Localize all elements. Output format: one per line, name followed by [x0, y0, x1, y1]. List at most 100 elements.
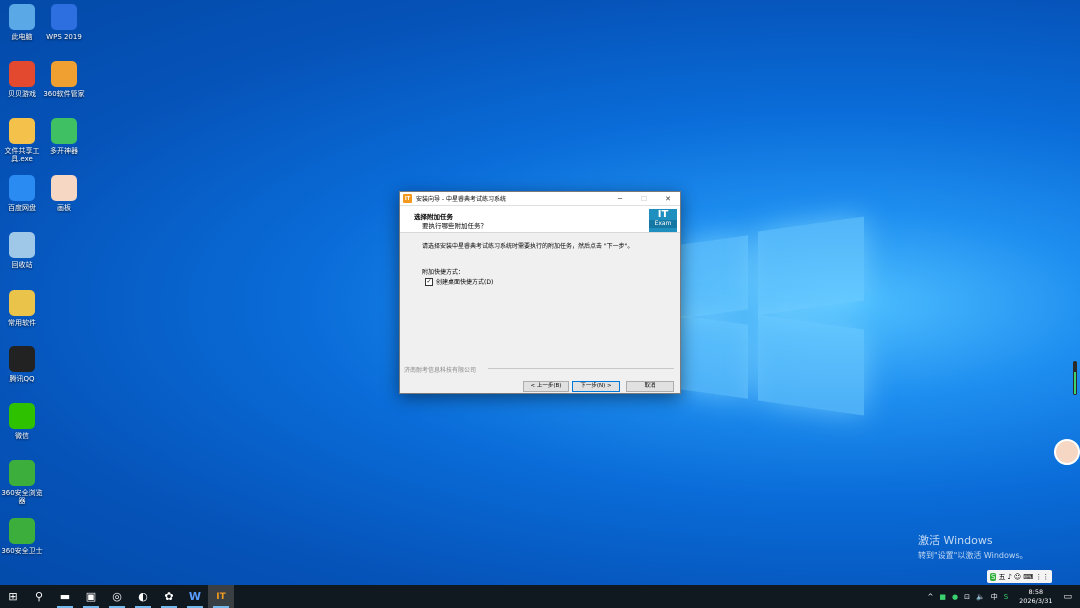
desktop-icon-label: 微信	[15, 432, 29, 440]
desktop-shortcut[interactable]: 腾讯QQ	[0, 346, 44, 383]
company-name: 济南耐考信息科技有限公司	[404, 367, 477, 374]
ime-item[interactable]: S	[990, 572, 997, 581]
volume-slider[interactable]	[1073, 361, 1077, 395]
watermark-title: 激活 Windows	[918, 534, 993, 547]
photos-icon[interactable]: ✿	[156, 585, 182, 608]
cancel-button[interactable]: 取消	[626, 381, 674, 392]
dialog-title: 安装向导 - 中星睿典考试练习系统	[416, 196, 506, 203]
ime-item[interactable]: 五	[998, 572, 1005, 582]
search-icon[interactable]: ⚲	[26, 585, 52, 608]
desktop-icon-label: 文件共享工具.exe	[4, 147, 40, 163]
close-button[interactable]: ✕	[656, 195, 680, 203]
clock-date: 2026/3/31	[1019, 596, 1053, 605]
floating-avatar-icon[interactable]	[1054, 439, 1080, 465]
logo-line2: Exam	[649, 220, 677, 228]
checkbox-box[interactable]: ✓	[425, 277, 433, 286]
dialog-body: 请选择安装中星睿典考试练习系统时需要执行的附加任务，然后点击 "下一步"。 附加…	[400, 233, 680, 378]
desktop-icon-label: 360安全浏览器	[1, 489, 43, 505]
tray-app-icon[interactable]: ■	[939, 593, 946, 601]
dialog-subheading: 要执行哪些附加任务？	[422, 222, 487, 230]
tray-network-icon[interactable]: ⊡	[964, 593, 970, 601]
edge-icon[interactable]: ◐	[130, 585, 156, 608]
desktop-icon-label: 常用软件	[8, 319, 36, 327]
desktop-icon-label: WPS 2019	[46, 33, 82, 41]
desktop-shortcut[interactable]: 百度网盘	[0, 175, 44, 212]
tray-chevron-icon[interactable]: ^	[927, 593, 933, 601]
desktop-icon-label: 回收站	[11, 261, 33, 269]
checkbox-label[interactable]: 创建桌面快捷方式(D)	[436, 277, 493, 286]
desktop: 此电脑 WPS 2019 贝贝游戏 360软件管家文件共享工具.exe 多开神器百度网盘…	[0, 0, 1080, 585]
ime-item[interactable]: ♪	[1007, 573, 1011, 581]
desktop-shortcut[interactable]: 360安全浏览器	[0, 460, 44, 505]
qq-icon	[9, 346, 35, 372]
ime-item[interactable]: ☺	[1014, 573, 1021, 581]
tray-volume-icon[interactable]: 🔈	[976, 593, 985, 601]
desktop-icon-label: 多开神器	[50, 147, 78, 155]
tray-sogou-icon[interactable]: S	[1004, 593, 1008, 601]
dialog-titlebar[interactable]: IT 安装向导 - 中星睿典考试练习系统 ─ ☐ ✕	[400, 192, 680, 206]
desktop-icon-label: 此电脑	[11, 33, 33, 41]
desktop-icon-label: 贝贝游戏	[8, 90, 36, 98]
start-button[interactable]: ⊞	[0, 585, 26, 608]
ime-item[interactable]: ⋮⋮	[1035, 573, 1049, 581]
installer-taskbar-icon[interactable]: IT	[208, 585, 234, 608]
minimize-button[interactable]: ─	[608, 195, 632, 203]
watermark-subtitle: 转到"设置"以激活 Windows。	[918, 551, 1028, 560]
notification-icon[interactable]: ▭	[1063, 592, 1072, 602]
desktop-shortcut[interactable]: 常用软件	[0, 290, 44, 327]
dialog-header: 选择附加任务 要执行哪些附加任务？ IT Exam	[400, 206, 680, 233]
taskbar-clock[interactable]: 8:58 2026/3/31	[1019, 588, 1052, 606]
software-icon	[9, 290, 35, 316]
activate-windows-watermark: 激活 Windows 转到"设置"以激活 Windows。	[918, 532, 1028, 561]
desktop-shortcut[interactable]: 多开神器	[42, 118, 86, 155]
desktop-shortcut[interactable]: 微信	[0, 403, 44, 440]
game-mario-icon	[9, 61, 35, 87]
it-exam-logo: IT Exam	[649, 209, 677, 232]
maximize-button: ☐	[640, 194, 648, 203]
clock-time: 8:58	[1028, 587, 1044, 596]
recycle-bin-icon	[9, 232, 35, 258]
store-icon[interactable]: ▣	[78, 585, 104, 608]
tray-wechat-icon[interactable]: ●	[952, 593, 958, 601]
system-tray: ^ ■ ● ⊡ 🔈 中 S 8:58 2026/3/31 ▭	[924, 585, 1080, 608]
file-explorer-icon[interactable]: ▬	[52, 585, 78, 608]
back-button[interactable]: < 上一步(B)	[523, 381, 569, 392]
taskbar: ⊞ ⚲ ▬ ▣ ◎ ◐ ✿ W IT ^ ■ ● ⊡ 🔈 中 S 8:58 2026/3/31 …	[0, 585, 1080, 608]
wechat-icon	[9, 403, 35, 429]
desktop-shortcut-checkbox[interactable]: ✓ 创建桌面快捷方式(D)	[425, 277, 493, 286]
avatar-girl-icon	[51, 175, 77, 201]
installer-app-icon: IT	[403, 194, 412, 203]
wechat-multi-icon	[51, 118, 77, 144]
desktop-icon-label: 画板	[57, 204, 71, 212]
computer-icon	[9, 4, 35, 30]
desktop-shortcut[interactable]: 画板	[42, 175, 86, 212]
footer-divider	[488, 368, 674, 369]
baidu-netdisk-icon	[9, 175, 35, 201]
ime-item[interactable]: ⌨	[1023, 573, 1033, 581]
desktop-shortcut[interactable]: 360软件管家	[42, 61, 86, 98]
folder-icon	[9, 118, 35, 144]
desktop-icon-label: 腾讯QQ	[9, 375, 35, 383]
360-software-icon	[51, 61, 77, 87]
desktop-icon-label: 360软件管家	[43, 90, 85, 98]
logo-line1: IT	[657, 209, 669, 220]
desktop-shortcut[interactable]: 此电脑	[0, 4, 44, 41]
wps-taskbar-icon[interactable]: W	[182, 585, 208, 608]
desktop-shortcut[interactable]: WPS 2019	[42, 4, 86, 41]
shortcut-group-label: 附加快捷方式：	[422, 269, 465, 276]
360-browser-taskbar-icon[interactable]: ◎	[104, 585, 130, 608]
tray-ime-lang[interactable]: 中	[991, 592, 998, 602]
installer-dialog[interactable]: IT 安装向导 - 中星睿典考试练习系统 ─ ☐ ✕ 选择附加任务 要执行哪些附…	[399, 191, 681, 394]
desktop-shortcut[interactable]: 360安全卫士	[0, 518, 44, 555]
dialog-footer: < 上一步(B) 下一步(N) > 取消	[400, 379, 680, 393]
desktop-shortcut[interactable]: 文件共享工具.exe	[0, 118, 44, 163]
360-security-icon	[9, 518, 35, 544]
360-browser-icon	[9, 460, 35, 486]
desktop-shortcut[interactable]: 贝贝游戏	[0, 61, 44, 98]
next-button[interactable]: 下一步(N) >	[572, 381, 620, 392]
task-description: 请选择安装中星睿典考试练习系统时需要执行的附加任务，然后点击 "下一步"。	[422, 243, 634, 250]
wps-icon	[51, 4, 77, 30]
desktop-icon-label: 360安全卫士	[1, 547, 43, 555]
desktop-shortcut[interactable]: 回收站	[0, 232, 44, 269]
ime-toolbar[interactable]: S 五 ♪ ☺ ⌨ ⋮⋮	[987, 570, 1053, 583]
